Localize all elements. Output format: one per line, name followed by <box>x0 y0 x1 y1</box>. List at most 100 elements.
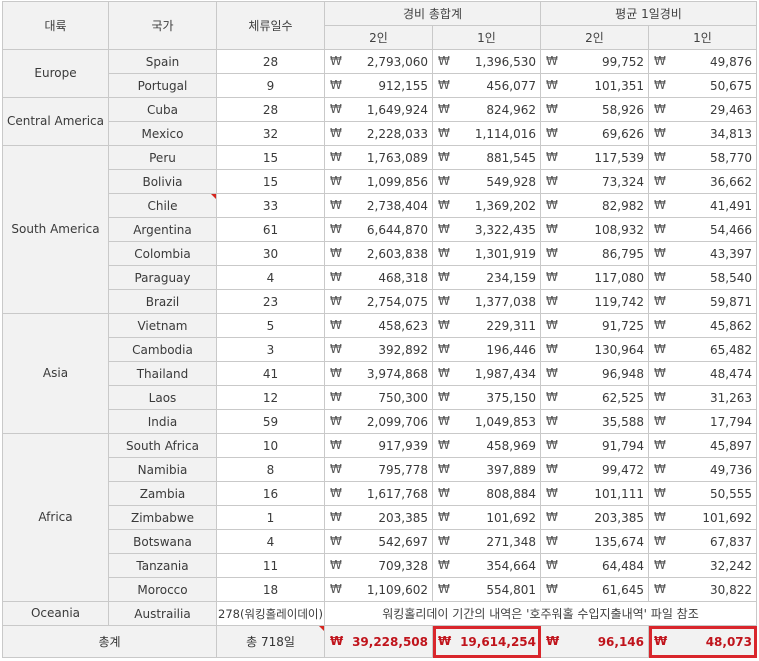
days-cell: 15 <box>216 145 325 170</box>
amount-value: 135,674 <box>594 534 644 549</box>
won-symbol: ₩ <box>654 342 666 356</box>
country-cell: Austrailia <box>108 601 217 626</box>
days-cell: 30 <box>216 241 325 266</box>
table-row: Argentina 61 ₩6,644,870 ₩3,322,435 ₩108,932 ₩… <box>3 217 757 242</box>
total-2p-cell: ₩2,228,033 <box>324 121 433 146</box>
amount-value: 32,242 <box>710 558 752 573</box>
won-symbol: ₩ <box>654 414 666 428</box>
won-symbol: ₩ <box>438 270 450 284</box>
total-2p-cell: ₩392,892 <box>324 337 433 362</box>
amount-value: 29,463 <box>710 102 752 117</box>
header-days: 체류일수 <box>216 1 325 50</box>
amount-value: 48,073 <box>705 634 752 649</box>
amount-value: 1,763,089 <box>366 150 428 165</box>
won-symbol: ₩ <box>330 222 342 236</box>
header-total-1p: 1인 <box>432 25 541 50</box>
country-cell: Cuba <box>108 97 217 122</box>
days-cell: 33 <box>216 193 325 218</box>
amount-value: 203,385 <box>378 510 428 525</box>
amount-value: 1,649,924 <box>366 102 428 117</box>
total-2p-cell: ₩912,155 <box>324 73 433 98</box>
won-symbol: ₩ <box>330 462 342 476</box>
amount-value: 45,897 <box>710 438 752 453</box>
amount-value: 1,396,530 <box>474 54 536 69</box>
amount-value: 234,159 <box>486 270 536 285</box>
amount-value: 1,114,016 <box>474 126 536 141</box>
won-symbol: ₩ <box>654 126 666 140</box>
won-symbol: ₩ <box>546 534 558 548</box>
amount-value: 91,794 <box>602 438 644 453</box>
amount-value: 2,754,075 <box>366 294 428 309</box>
won-symbol: ₩ <box>546 582 558 596</box>
header-total-2p: 2인 <box>324 25 433 50</box>
won-symbol: ₩ <box>654 174 666 188</box>
won-symbol: ₩ <box>546 198 558 212</box>
avg-2p-cell: ₩35,588 <box>540 409 649 434</box>
country-cell: Tanzania <box>108 553 217 578</box>
amount-value: 1,049,853 <box>474 414 536 429</box>
avg-2p-cell: ₩62,525 <box>540 385 649 410</box>
amount-value: 58,770 <box>710 150 752 165</box>
total-2p-cell: ₩542,697 <box>324 529 433 554</box>
total-1p-cell: ₩1,987,434 <box>432 361 541 386</box>
country-cell: Spain <box>108 49 217 74</box>
avg-2p-cell: ₩86,795 <box>540 241 649 266</box>
avg-1p-cell: ₩67,837 <box>648 529 757 554</box>
days-cell: 11 <box>216 553 325 578</box>
amount-value: 108,932 <box>594 222 644 237</box>
amount-value: 549,928 <box>486 174 536 189</box>
won-symbol: ₩ <box>546 294 558 308</box>
won-symbol: ₩ <box>330 534 342 548</box>
won-symbol: ₩ <box>330 582 342 596</box>
country-cell: Thailand <box>108 361 217 386</box>
total-2p-cell: ₩1,109,602 <box>324 577 433 602</box>
amount-value: 458,623 <box>378 318 428 333</box>
won-symbol: ₩ <box>330 246 342 260</box>
amount-value: 2,099,706 <box>366 414 428 429</box>
amount-value: 49,736 <box>710 462 752 477</box>
avg-2p-cell: ₩96,948 <box>540 361 649 386</box>
avg-1p-cell: ₩45,862 <box>648 313 757 338</box>
won-symbol: ₩ <box>438 438 450 452</box>
country-cell: Cambodia <box>108 337 217 362</box>
total-1p-cell: ₩549,928 <box>432 169 541 194</box>
amount-value: 49,876 <box>710 54 752 69</box>
days-cell: 15 <box>216 169 325 194</box>
country-cell: Zimbabwe <box>108 505 217 530</box>
won-symbol: ₩ <box>438 342 450 356</box>
amount-value: 48,474 <box>710 366 752 381</box>
table-row: Paraguay 4 ₩468,318 ₩234,159 ₩117,080 ₩58,540 <box>3 265 757 290</box>
won-symbol: ₩ <box>438 198 450 212</box>
amount-value: 61,645 <box>602 582 644 597</box>
amount-value: 1,099,856 <box>366 174 428 189</box>
total-1p-cell: ₩3,322,435 <box>432 217 541 242</box>
table-row: Africa South Africa 10 ₩917,939 ₩458,969 ₩91,… <box>2 433 757 602</box>
amount-value: 1,377,038 <box>474 294 536 309</box>
avg-2p-cell: ₩61,645 <box>540 577 649 602</box>
amount-value: 31,263 <box>710 390 752 405</box>
amount-value: 2,228,033 <box>366 126 428 141</box>
total-2p-cell: ₩917,939 <box>324 433 433 458</box>
amount-value: 1,301,919 <box>474 246 536 261</box>
header-avg-group: 평균 1일경비 <box>540 1 757 26</box>
continent-cell: Europe <box>2 49 109 98</box>
won-symbol: ₩ <box>654 438 666 452</box>
amount-value: 96,146 <box>597 634 644 649</box>
amount-value: 808,884 <box>486 486 536 501</box>
avg-2p-cell: ₩69,626 <box>540 121 649 146</box>
total-sum-1p: ₩19,614,254 <box>432 625 541 658</box>
won-symbol: ₩ <box>330 486 342 500</box>
total-avg-1p: ₩48,073 <box>648 625 757 658</box>
avg-1p-cell: ₩54,466 <box>648 217 757 242</box>
header-continent: 대륙 <box>2 1 109 50</box>
header-avg-2p: 2인 <box>540 25 649 50</box>
total-1p-cell: ₩229,311 <box>432 313 541 338</box>
won-symbol: ₩ <box>654 486 666 500</box>
avg-2p-cell: ₩101,111 <box>540 481 649 506</box>
amount-value: 375,150 <box>486 390 536 405</box>
amount-value: 101,111 <box>594 486 644 501</box>
won-symbol: ₩ <box>438 582 450 596</box>
won-symbol: ₩ <box>654 510 666 524</box>
total-1p-cell: ₩234,159 <box>432 265 541 290</box>
total-1p-cell: ₩354,664 <box>432 553 541 578</box>
